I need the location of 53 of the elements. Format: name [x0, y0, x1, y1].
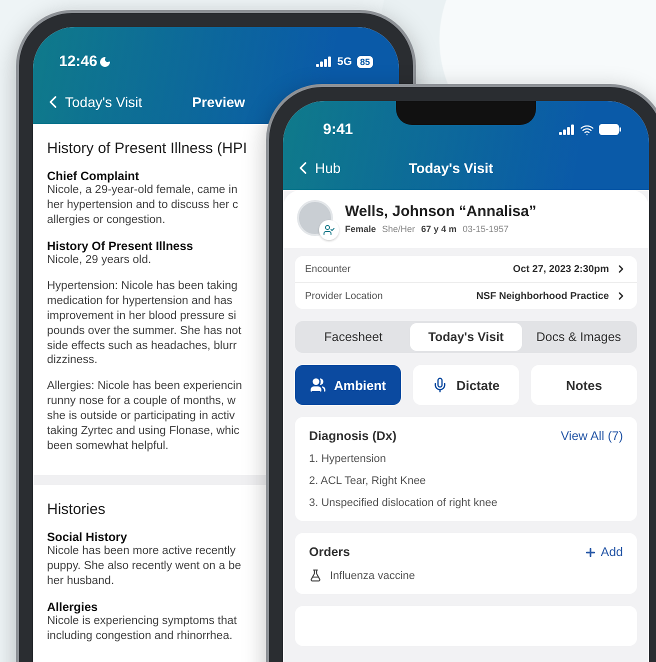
- paragraph: Allergies: Nicole has been experiencin runny nose for a couple of months, w she is outside or participating in activ taking Zyrtec and using Flonase, whic been somewhat helpful.: [47, 379, 242, 454]
- action-button[interactable]: Dictate: [413, 365, 519, 405]
- paragraph: Nicole, 29 years old.: [47, 252, 152, 268]
- diagnosis-item: 1. Hypertension: [309, 453, 388, 465]
- microphone-icon: [432, 377, 448, 393]
- people-icon: [310, 377, 326, 393]
- tab[interactable]: Today's Visit: [410, 323, 522, 351]
- patient-name: Wells, Johnson “Annalisa”: [345, 202, 536, 220]
- tab[interactable]: Docs & Images: [522, 323, 635, 351]
- card-title: Orders: [309, 545, 350, 559]
- tab[interactable]: Facesheet: [297, 323, 410, 351]
- battery-icon: [599, 124, 621, 135]
- paragraph: Hypertension: Nicole has been taking medication for hypertension and has improvement in her blood pressure si pounds over the summer. She has not side effects such as headaches, blurr dizziness.: [47, 278, 242, 368]
- patient-sex: Female: [345, 224, 376, 234]
- section-title: History of Present Illness (HPI: [47, 140, 248, 157]
- flask-icon: [309, 569, 322, 582]
- detail-value[interactable]: Oct 27, 2023 2:30pm: [512, 263, 627, 275]
- back-link[interactable]: Hub: [293, 158, 341, 178]
- back-link[interactable]: Today's Visit: [43, 92, 142, 112]
- plus-icon: [584, 546, 597, 558]
- patient-age: 67 y 4 m: [421, 224, 457, 234]
- signal-icon: [559, 124, 575, 135]
- subsection-heading: Chief Complaint: [47, 169, 140, 183]
- action-button[interactable]: Notes: [531, 365, 637, 405]
- nav-title: Today's Visit: [408, 160, 494, 176]
- network-label: 5G: [337, 56, 352, 68]
- detail-value[interactable]: NSF Neighborhood Practice: [476, 290, 627, 302]
- diagnosis-item: 2. ACL Tear, Right Knee: [309, 475, 427, 487]
- patient-dob: 03-15-1957: [462, 224, 509, 234]
- status-time: 12:46: [59, 53, 112, 70]
- subsection-heading: Social History: [47, 530, 128, 544]
- paragraph: Nicole is experiencing symptoms that including congestion and rhinorrhea.: [47, 614, 237, 644]
- detail-label: Provider Location: [305, 290, 383, 302]
- battery-level: 85: [356, 56, 373, 68]
- wifi-icon: [580, 122, 594, 136]
- signal-icon: [316, 56, 332, 67]
- order-item: Influenza vaccine: [330, 570, 415, 582]
- moon-icon: [99, 56, 112, 68]
- diagnosis-item: 3. Unspecified dislocation of right knee: [309, 497, 498, 509]
- nav-title: Preview: [192, 94, 246, 110]
- user-badge-icon: [319, 220, 339, 240]
- card-title: Diagnosis (Dx): [309, 429, 397, 443]
- action-button[interactable]: Ambient: [295, 365, 401, 405]
- subsection-heading: History Of Present Illness: [47, 238, 194, 253]
- subsection-heading: Allergies: [47, 600, 99, 614]
- paragraph: Nicole, a 29-year-old female, came in her hypertension and to discuss her c allergies or congestion.: [47, 183, 238, 228]
- section-title: Histories: [47, 501, 106, 518]
- status-time: 9:41: [323, 121, 354, 138]
- view-all-link[interactable]: View All (7): [560, 429, 623, 443]
- detail-label: Encounter: [305, 264, 351, 274]
- paragraph: Nicole has been more active recently puppy. She also recently went on a be her husband.: [47, 544, 242, 589]
- add-button[interactable]: Add: [584, 545, 623, 559]
- patient-pronouns: She/Her: [382, 224, 416, 234]
